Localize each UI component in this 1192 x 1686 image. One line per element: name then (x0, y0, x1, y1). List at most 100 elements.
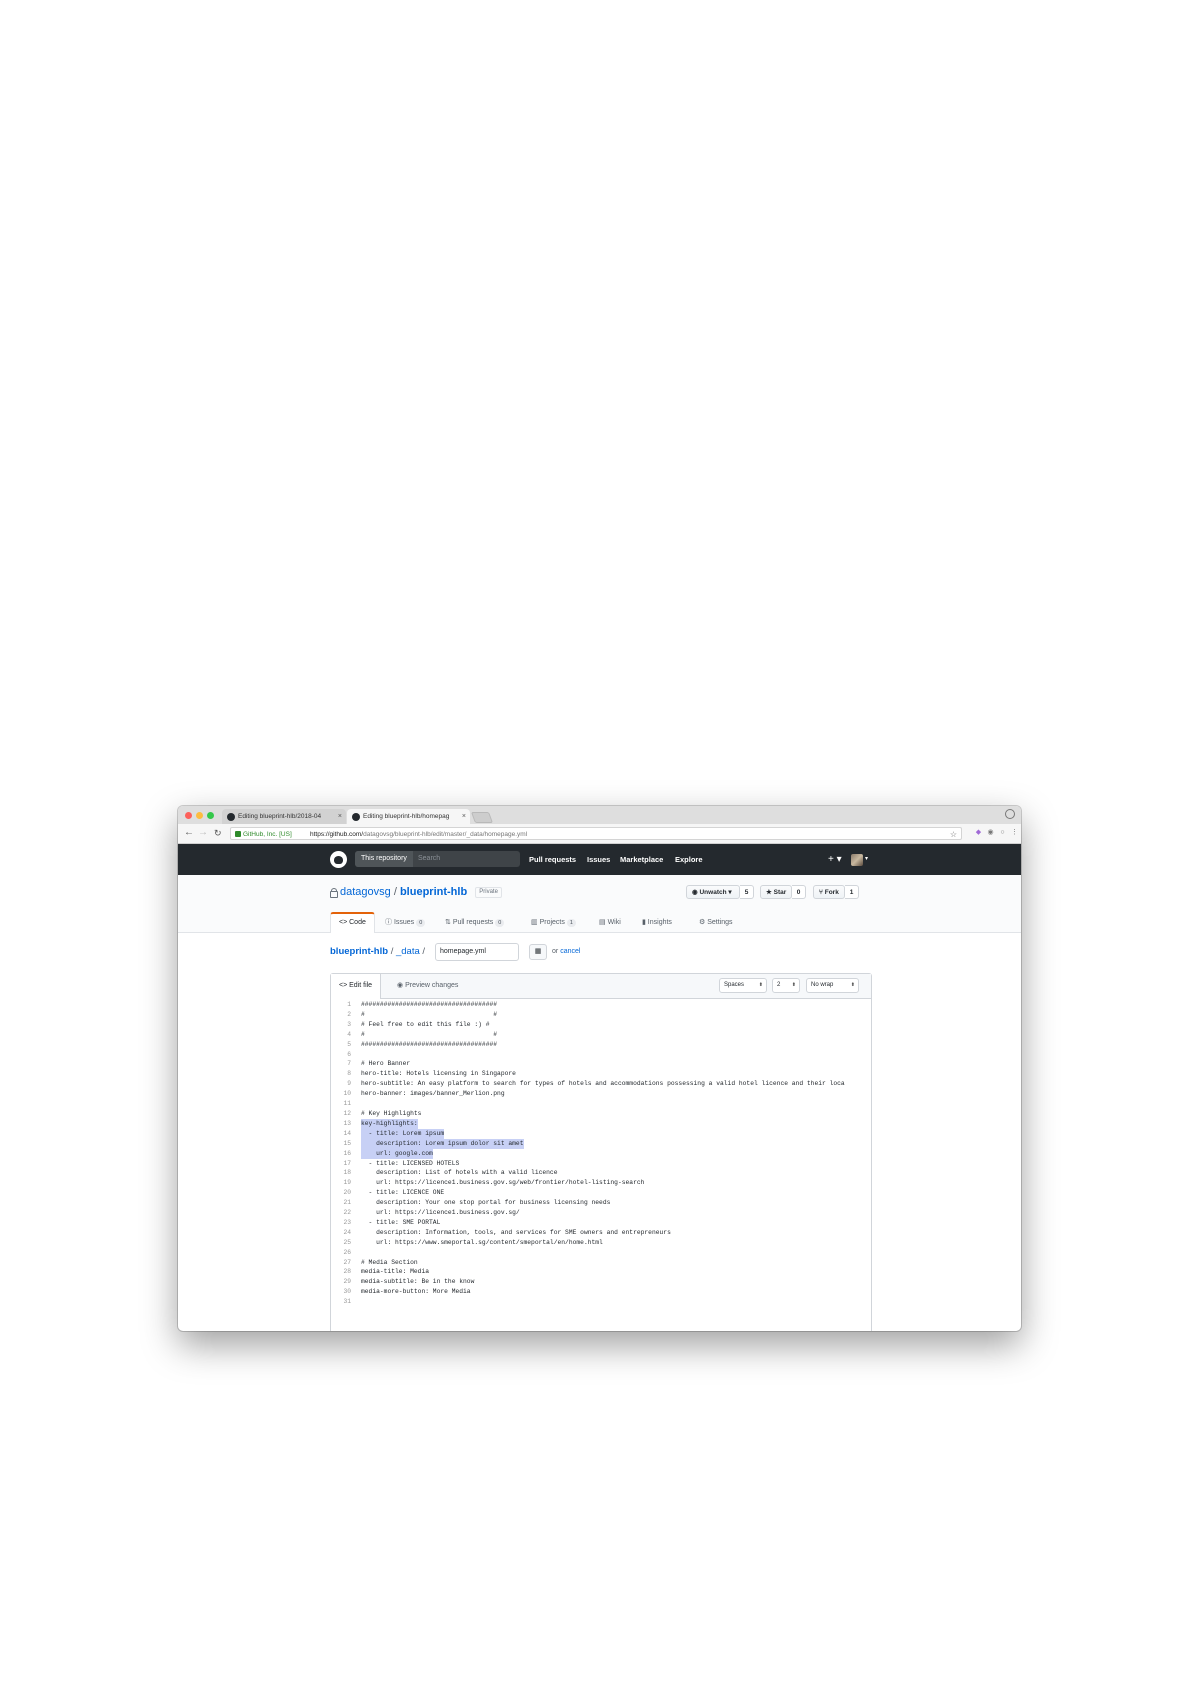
code-line[interactable]: 21 description: Your one stop portal for… (331, 1198, 871, 1208)
close-tab-icon[interactable]: × (338, 809, 342, 824)
star-button[interactable]: ★ Star (760, 885, 792, 899)
line-number: 4 (347, 1030, 351, 1038)
tab-projects[interactable]: ▥ Projects 1 (531, 913, 576, 932)
line-number: 13 (343, 1119, 351, 1127)
nav-marketplace[interactable]: Marketplace (620, 844, 663, 875)
code-line[interactable]: 25 url: https://www.smeportal.sg/content… (331, 1238, 871, 1248)
code-line[interactable]: 29 media-subtitle: Be in the know (331, 1277, 871, 1287)
code-line[interactable]: 14 - title: Lorem ipsum (331, 1128, 871, 1139)
tab-code[interactable]: <> Code (330, 912, 375, 933)
code-line[interactable]: 31 (331, 1297, 871, 1307)
url-text: https://github.com/datagovsg/blueprint-h… (310, 831, 528, 838)
code-line[interactable]: 10 hero-banner: images/banner_Merlion.png (331, 1089, 871, 1099)
code-line[interactable]: 22 url: https://licence1.business.gov.sg… (331, 1208, 871, 1218)
line-number: 22 (343, 1209, 351, 1217)
code-line[interactable]: 19 url: https://licence1.business.gov.sg… (331, 1178, 871, 1188)
minimize-window-button[interactable] (196, 812, 203, 819)
line-number: 14 (343, 1129, 351, 1137)
breadcrumb-repo-link[interactable]: blueprint-hlb (330, 946, 388, 957)
address-bar[interactable]: GitHub, Inc. [US] https://github.com/dat… (230, 827, 962, 840)
code-line[interactable]: 20 - title: LICENCE ONE (331, 1188, 871, 1198)
line-number: 7 (347, 1060, 351, 1068)
code-line[interactable]: 17 - title: LICENSED HOTELS (331, 1159, 871, 1169)
code-line[interactable]: 12 # Key Highlights (331, 1109, 871, 1119)
code-line[interactable]: 1 #################################### (331, 1000, 871, 1010)
code-line[interactable]: 18 description: List of hotels with a va… (331, 1168, 871, 1178)
code-line[interactable]: 15 description: Lorem ipsum dolor sit am… (331, 1138, 871, 1149)
extension-icon[interactable]: ○ (998, 828, 1007, 837)
github-logo-icon[interactable] (330, 851, 347, 868)
gear-icon: ⚙ (699, 919, 708, 926)
code-line[interactable]: 4 # # (331, 1030, 871, 1040)
fork-count[interactable]: 1 (845, 885, 859, 899)
filename-input[interactable]: homepage.yml (435, 943, 519, 961)
template-picker-button[interactable]: ▦ (529, 944, 547, 960)
breadcrumb-dir-link[interactable]: _data (396, 946, 420, 957)
tab-issues[interactable]: ⓘ Issues 0 (385, 913, 426, 932)
star-count[interactable]: 0 (792, 885, 806, 899)
wrap-mode-select[interactable]: No wrap ⬍ (806, 978, 859, 993)
line-text: #################################### (361, 1001, 498, 1008)
line-text: #################################### (361, 1040, 498, 1048)
code-line[interactable]: 2 # # (331, 1010, 871, 1020)
menu-kebab-icon[interactable]: ⋮ (1010, 828, 1019, 837)
back-arrow-icon[interactable]: ← (184, 826, 194, 840)
tab-pull-requests[interactable]: ⇅ Pull requests 0 (445, 913, 505, 932)
indent-mode-select[interactable]: Spaces ⬍ (719, 978, 767, 993)
code-line[interactable]: 5 #################################### (331, 1040, 871, 1050)
code-line[interactable]: 24 description: Information, tools, and … (331, 1228, 871, 1238)
nav-issues[interactable]: Issues (587, 844, 610, 875)
tab-wiki[interactable]: ▤ Wiki (599, 913, 621, 932)
lock-icon (235, 831, 241, 837)
chevron-down-icon[interactable]: ▾ (865, 844, 868, 875)
tab-insights[interactable]: ▮ Insights (642, 913, 672, 932)
code-line[interactable]: 11 (331, 1099, 871, 1109)
code-line[interactable]: 26 (331, 1248, 871, 1258)
code-line[interactable]: 30 media-more-button: More Media (331, 1287, 871, 1297)
reload-icon[interactable]: ↻ (214, 826, 222, 840)
indent-size-select[interactable]: 2 ⬍ (772, 978, 800, 993)
code-line[interactable]: 16 url: google.com (331, 1148, 871, 1159)
tab-preview-changes[interactable]: ◉ Preview changes (397, 974, 458, 998)
plus-dropdown-icon[interactable]: + ▾ (828, 844, 842, 875)
fork-label: Fork (824, 889, 839, 896)
watch-count[interactable]: 5 (740, 885, 754, 899)
repo-owner-link[interactable]: datagovsg (340, 886, 391, 898)
browser-tab-active[interactable]: Editing blueprint-hlb/homepag × (347, 809, 470, 824)
code-line[interactable]: 28 media-title: Media (331, 1267, 871, 1277)
close-tab-icon[interactable]: × (462, 809, 466, 824)
code-line[interactable]: 13 key-highlights: (331, 1118, 871, 1129)
browser-toolbar: ← → ↻ GitHub, Inc. [US] https://github.c… (178, 824, 1021, 844)
code-area[interactable]: 1 #################################### 2 # … (331, 1000, 871, 1307)
code-line[interactable]: 27 # Media Section (331, 1258, 871, 1268)
tab-title: Editing blueprint-hlb/2018-04 (238, 813, 322, 820)
avatar[interactable] (851, 854, 863, 866)
extension-icon[interactable]: ◆ (974, 828, 983, 837)
repo-name-link[interactable]: blueprint-hlb (400, 886, 467, 898)
tab-settings[interactable]: ⚙ Settings (699, 913, 733, 932)
fork-button[interactable]: ⑂ Fork (813, 885, 845, 899)
line-text: url: google.com (361, 1148, 433, 1159)
cancel-link[interactable]: cancel (560, 948, 580, 955)
maximize-window-button[interactable] (207, 812, 214, 819)
nav-pull-requests[interactable]: Pull requests (529, 844, 576, 875)
close-window-button[interactable] (185, 812, 192, 819)
breadcrumb: blueprint-hlb / _data / (330, 945, 425, 959)
search-input[interactable]: This repository Search (355, 851, 520, 867)
browser-tab[interactable]: Editing blueprint-hlb/2018-04 × (222, 809, 346, 824)
code-line[interactable]: 6 (331, 1050, 871, 1060)
code-line[interactable]: 23 - title: SME PORTAL (331, 1218, 871, 1228)
bookmark-star-icon[interactable]: ☆ (950, 828, 957, 841)
nav-explore[interactable]: Explore (675, 844, 703, 875)
code-line[interactable]: 8 hero-title: Hotels licensing in Singapo… (331, 1069, 871, 1079)
line-text: media-subtitle: Be in the know (361, 1278, 475, 1286)
profile-icon[interactable] (1005, 809, 1015, 819)
code-line[interactable]: 9 hero-subtitle: An easy platform to sear… (331, 1079, 871, 1089)
unwatch-button[interactable]: ◉ Unwatch ▾ (686, 885, 740, 899)
new-tab-button[interactable] (470, 812, 494, 823)
code-line[interactable]: 3 # Feel free to edit this file :) # (331, 1020, 871, 1030)
forward-arrow-icon[interactable]: → (198, 826, 208, 840)
extension-icon[interactable]: ◉ (986, 828, 995, 837)
tab-edit-file[interactable]: <> Edit file (331, 974, 382, 999)
code-line[interactable]: 7 # Hero Banner (331, 1059, 871, 1069)
